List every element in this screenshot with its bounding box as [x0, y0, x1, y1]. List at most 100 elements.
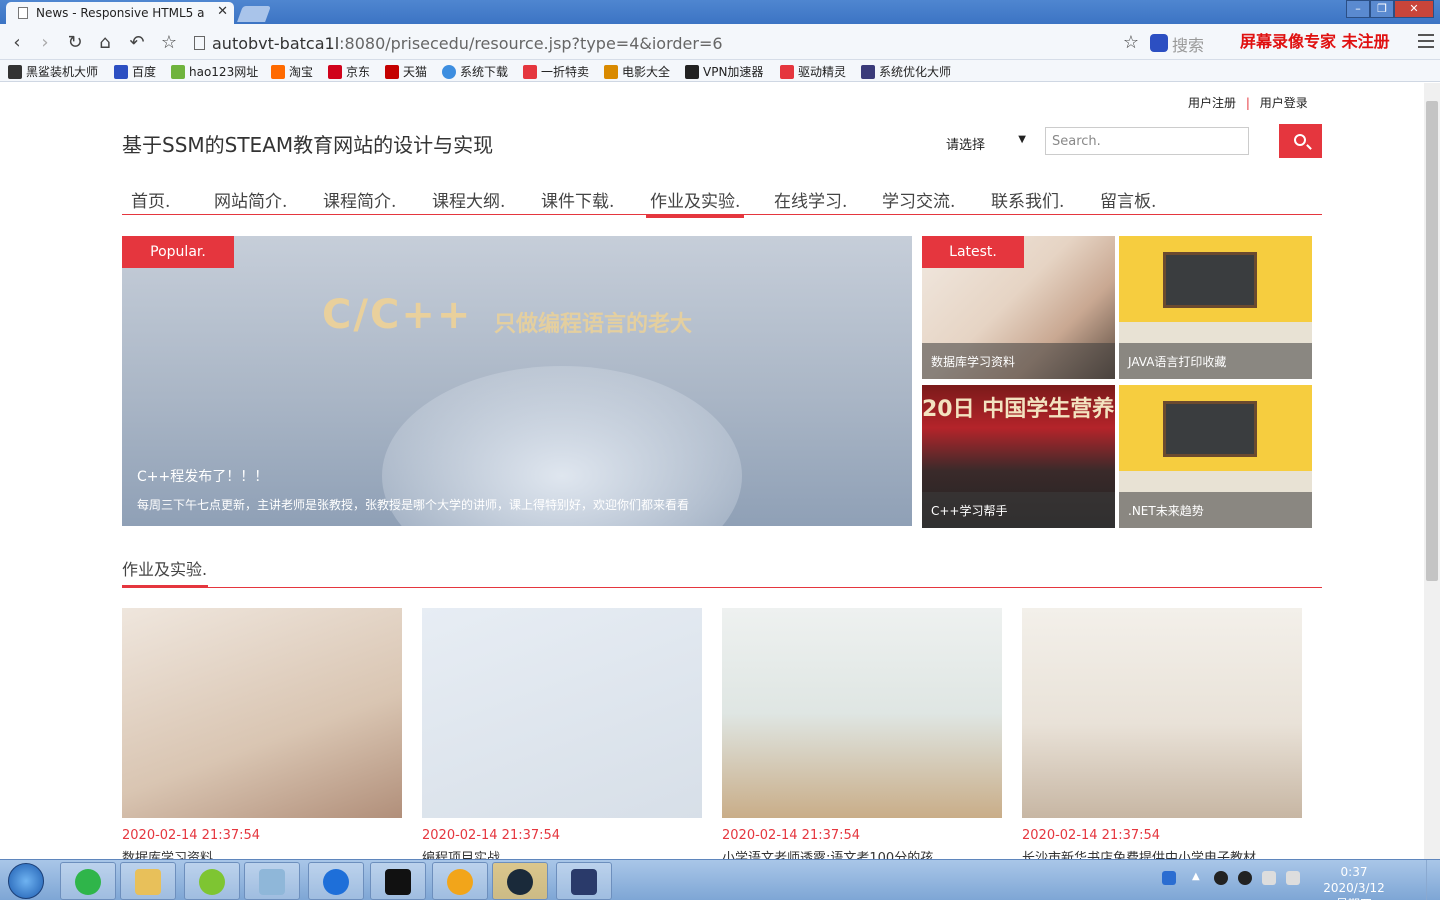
article-image[interactable] — [122, 608, 402, 818]
system-clock[interactable]: 0:37 2020/3/12 星期四 — [1316, 864, 1392, 900]
new-tab-button[interactable] — [237, 6, 271, 22]
start-button[interactable] — [8, 863, 44, 899]
featured-banner[interactable]: C/C++ 只做编程语言的老大 Popular. C++程发布了！！！ 每周三下… — [122, 236, 912, 526]
bookmark-item[interactable]: 淘宝 — [271, 63, 313, 80]
search-button[interactable] — [1279, 124, 1322, 158]
latest-tile[interactable]: 20日 中国学生营养日 C++学习帮手 — [922, 385, 1115, 528]
close-window-button[interactable]: ✕ — [1394, 0, 1434, 18]
tile-caption: JAVA语言打印收藏 — [1119, 343, 1312, 379]
clock-date: 2020/3/12 星期四 — [1323, 881, 1385, 900]
scrollbar-thumb[interactable] — [1426, 101, 1438, 581]
nav-item-homework[interactable]: 作业及实验. — [645, 187, 745, 218]
taskbar-app[interactable] — [184, 862, 240, 900]
url-path: :8080/prisecedu/resource.jsp?type=4&iord… — [339, 34, 723, 53]
nav-item-courses[interactable]: 课程简介. — [323, 187, 396, 212]
popular-badge: Popular. — [122, 236, 234, 268]
article-card[interactable]: 2020-02-14 21:37:54 数据库学习资料 — [122, 608, 402, 859]
tab-close-icon[interactable]: ✕ — [217, 4, 228, 19]
article-image[interactable] — [422, 608, 702, 818]
bookmark-star-icon[interactable]: ☆ — [158, 32, 180, 53]
article-image[interactable] — [1022, 608, 1302, 818]
article-title[interactable]: 编程项目实战 — [422, 847, 702, 859]
tray-icon[interactable] — [1162, 871, 1176, 885]
nav-item-guestbook[interactable]: 留言板. — [1100, 187, 1156, 212]
show-desktop-button[interactable] — [1426, 860, 1440, 900]
bookmark-item[interactable]: 系统下载 — [442, 63, 508, 80]
taskbar-app[interactable] — [432, 862, 488, 900]
back-icon[interactable]: ‹ — [6, 32, 28, 53]
taskbar-app[interactable] — [244, 862, 300, 900]
nav-item-exchange[interactable]: 学习交流. — [882, 187, 955, 212]
article-image[interactable] — [722, 608, 1002, 818]
volume-icon[interactable] — [1286, 871, 1300, 885]
taskbar-app[interactable] — [308, 862, 364, 900]
article-card[interactable]: 2020-02-14 21:37:54 长沙市新华书店免费提供中小学电子教材 — [1022, 608, 1302, 859]
home-icon[interactable]: ⌂ — [94, 32, 116, 53]
forward-icon[interactable]: › — [34, 32, 56, 53]
blackboard-graphic — [1163, 401, 1257, 457]
bookmark-item[interactable]: 百度 — [114, 63, 156, 80]
browser-search[interactable]: 搜索 — [1150, 32, 1230, 55]
qq-icon[interactable] — [1238, 871, 1252, 885]
taskbar-app[interactable] — [556, 862, 612, 900]
category-select[interactable]: 请选择 ▼ — [946, 134, 1026, 153]
tile-caption: 数据库学习资料 — [922, 343, 1115, 379]
bookmark-item[interactable]: hao123网址 — [171, 63, 258, 80]
bookmark-item[interactable]: 黑鲨装机大师 — [8, 63, 98, 80]
featured-headline[interactable]: C++程发布了！！！ — [137, 466, 268, 486]
address-bar[interactable]: autobvt-batca1l:8080/prisecedu/resource.… — [190, 30, 1140, 56]
bookmark-item[interactable]: 电影大全 — [604, 63, 670, 80]
article-title[interactable]: 数据库学习资料 — [122, 847, 402, 859]
qq-icon[interactable] — [1214, 871, 1228, 885]
banner-sub-text: 只做编程语言的老大 — [494, 312, 693, 337]
taskbar-app[interactable] — [120, 862, 176, 900]
taskbar-app[interactable] — [370, 862, 426, 900]
bookmark-item[interactable]: 京东 — [328, 63, 370, 80]
search-input[interactable]: Search. — [1045, 127, 1249, 155]
nav-item-online[interactable]: 在线学习. — [774, 187, 847, 212]
chevron-down-icon: ▼ — [1018, 134, 1026, 145]
login-link[interactable]: 用户登录 — [1260, 96, 1308, 110]
nav-item-home[interactable]: 首页. — [131, 187, 170, 212]
page-icon — [194, 36, 205, 50]
main-nav: 首页. 网站简介. 课程简介. 课程大纲. 课件下载. 作业及实验. 在线学习.… — [122, 175, 1322, 218]
favorite-star-icon[interactable]: ☆ — [1120, 32, 1142, 53]
nav-item-downloads[interactable]: 课件下载. — [541, 187, 614, 212]
bookmark-item[interactable]: 驱动精灵 — [780, 63, 846, 80]
taskbar-app[interactable] — [492, 862, 548, 900]
bookmark-item[interactable]: 天猫 — [385, 63, 427, 80]
featured-description: 每周三下午七点更新，主讲老师是张教授，张教授是哪个大学的讲师，课上得特别好，欢迎… — [137, 498, 690, 512]
article-title[interactable]: 长沙市新华书店免费提供中小学电子教材 — [1022, 847, 1302, 859]
nav-item-about[interactable]: 网站简介. — [214, 187, 287, 212]
bookmark-item[interactable]: VPN加速器 — [685, 63, 763, 80]
bookmark-item[interactable]: 系统优化大师 — [861, 63, 951, 80]
article-card[interactable]: 2020-02-14 21:37:54 编程项目实战 — [422, 608, 702, 859]
browser-titlebar: News - Responsive HTML5 a ✕ – ❐ ✕ — [0, 0, 1440, 24]
undo-icon[interactable]: ↶ — [126, 32, 148, 53]
link-separator: | — [1245, 96, 1250, 110]
tile-caption: .NET未来趋势 — [1119, 492, 1312, 528]
minimize-button[interactable]: – — [1346, 0, 1370, 18]
taskbar-app[interactable] — [60, 862, 116, 900]
article-title[interactable]: 小学语文老师透露:语文考100分的孩 — [722, 847, 1002, 859]
maximize-button[interactable]: ❐ — [1370, 0, 1394, 18]
section-divider — [122, 585, 1322, 588]
page-scrollbar[interactable] — [1424, 83, 1440, 859]
browser-tab[interactable]: News - Responsive HTML5 a ✕ — [6, 2, 234, 24]
nav-item-contact[interactable]: 联系我们. — [991, 187, 1064, 212]
tray-expand-icon[interactable]: ▲ — [1192, 871, 1206, 885]
page-icon — [18, 7, 28, 19]
nav-item-syllabus[interactable]: 课程大纲. — [432, 187, 505, 212]
register-link[interactable]: 用户注册 — [1188, 96, 1236, 110]
latest-tile[interactable]: JAVA语言打印收藏 — [1119, 236, 1312, 379]
menu-icon[interactable] — [1418, 34, 1434, 48]
browser-search-placeholder: 搜索 — [1172, 36, 1205, 55]
bookmark-item[interactable]: 一折特卖 — [523, 63, 589, 80]
banner-big-text: C/C++ — [322, 292, 473, 338]
network-icon[interactable] — [1262, 871, 1276, 885]
reload-icon[interactable]: ↻ — [64, 32, 86, 53]
latest-badge: Latest. — [922, 236, 1024, 268]
latest-tile[interactable]: .NET未来趋势 — [1119, 385, 1312, 528]
article-card[interactable]: 2020-02-14 21:37:54 小学语文老师透露:语文考100分的孩 — [722, 608, 1002, 859]
article-date: 2020-02-14 21:37:54 — [122, 828, 261, 843]
